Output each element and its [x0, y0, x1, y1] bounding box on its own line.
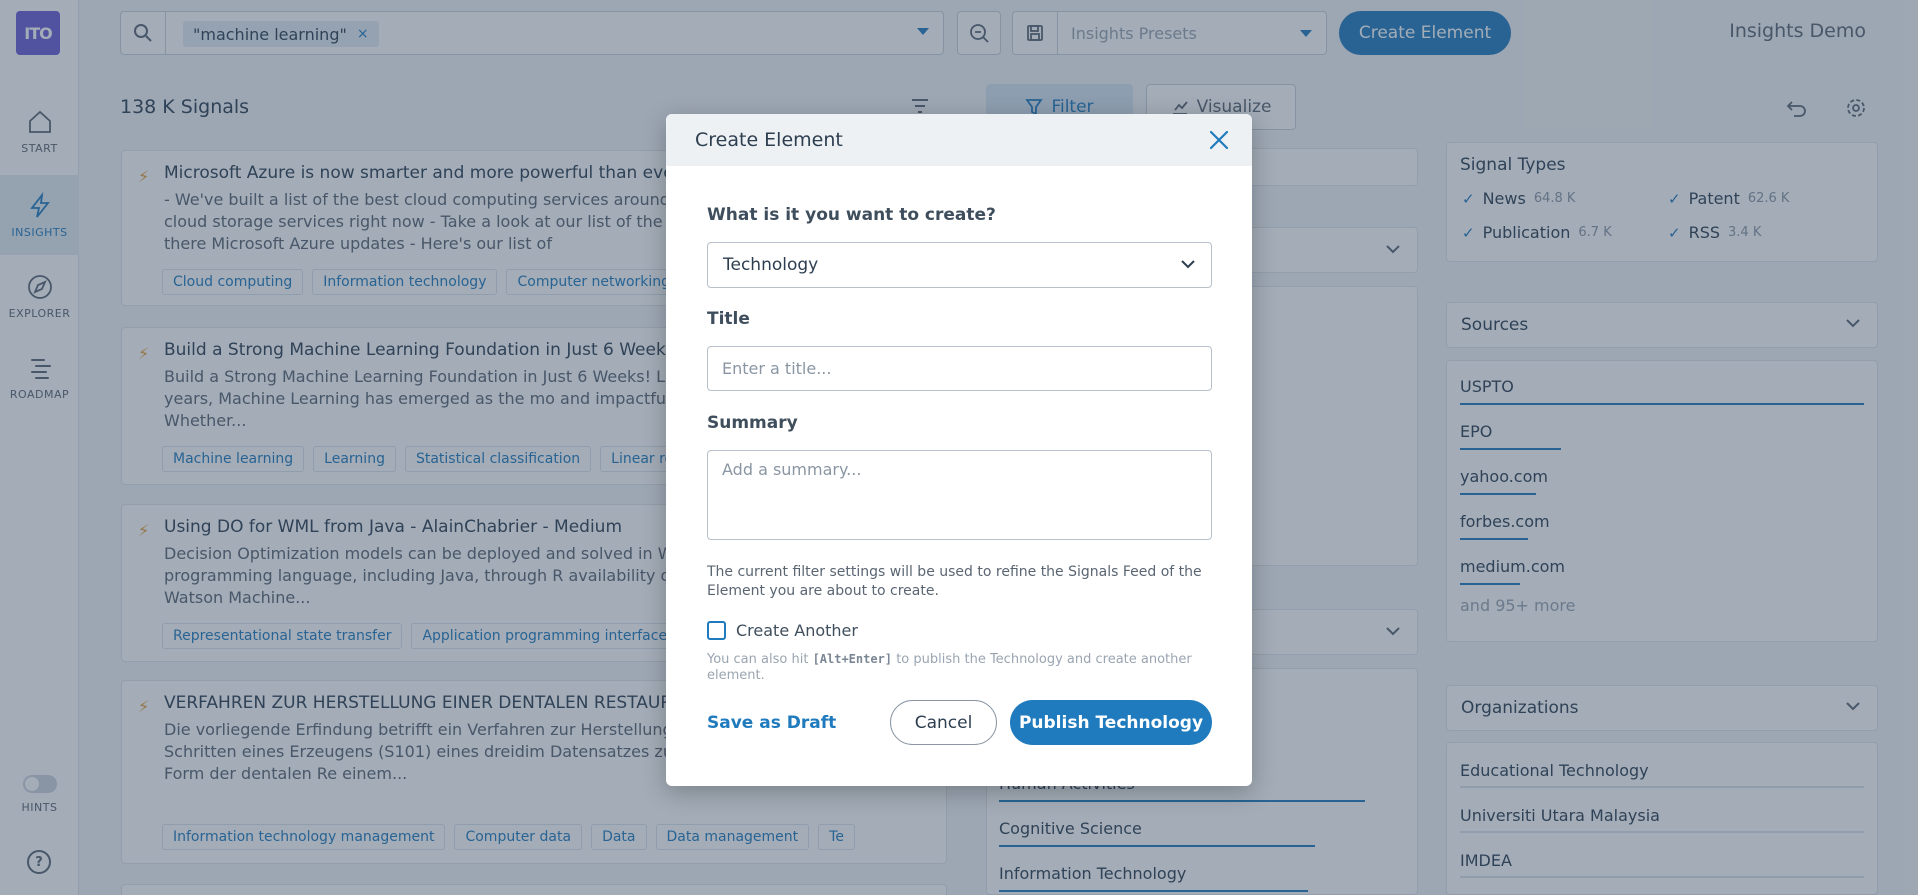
dialog-header: Create Element: [666, 114, 1252, 166]
element-type-select[interactable]: Technology: [707, 242, 1212, 288]
create-another-checkbox[interactable]: [707, 621, 726, 640]
save-draft-button[interactable]: Save as Draft: [707, 713, 836, 733]
summary-textarea[interactable]: [707, 450, 1212, 540]
element-type-value: Technology: [723, 255, 819, 275]
keyboard-hint: You can also hit [Alt+Enter] to publish …: [707, 651, 1212, 684]
element-type-label: What is it you want to create?: [707, 205, 996, 225]
summary-label: Summary: [707, 413, 798, 433]
create-another-label: Create Another: [736, 621, 858, 640]
title-label: Title: [707, 309, 750, 329]
cancel-button[interactable]: Cancel: [890, 700, 997, 745]
create-element-dialog: Create Element What is it you want to cr…: [666, 114, 1252, 786]
hint-prefix: You can also hit: [707, 652, 809, 667]
title-input[interactable]: [707, 346, 1212, 391]
dialog-title: Create Element: [695, 129, 843, 151]
filter-note: The current filter settings will be used…: [707, 564, 1202, 599]
chevron-down-icon: [1181, 260, 1195, 269]
close-icon[interactable]: [1208, 129, 1230, 151]
hint-shortcut: [Alt+Enter]: [812, 652, 893, 666]
create-another-option[interactable]: Create Another: [707, 621, 858, 640]
publish-button[interactable]: Publish Technology: [1010, 700, 1212, 745]
